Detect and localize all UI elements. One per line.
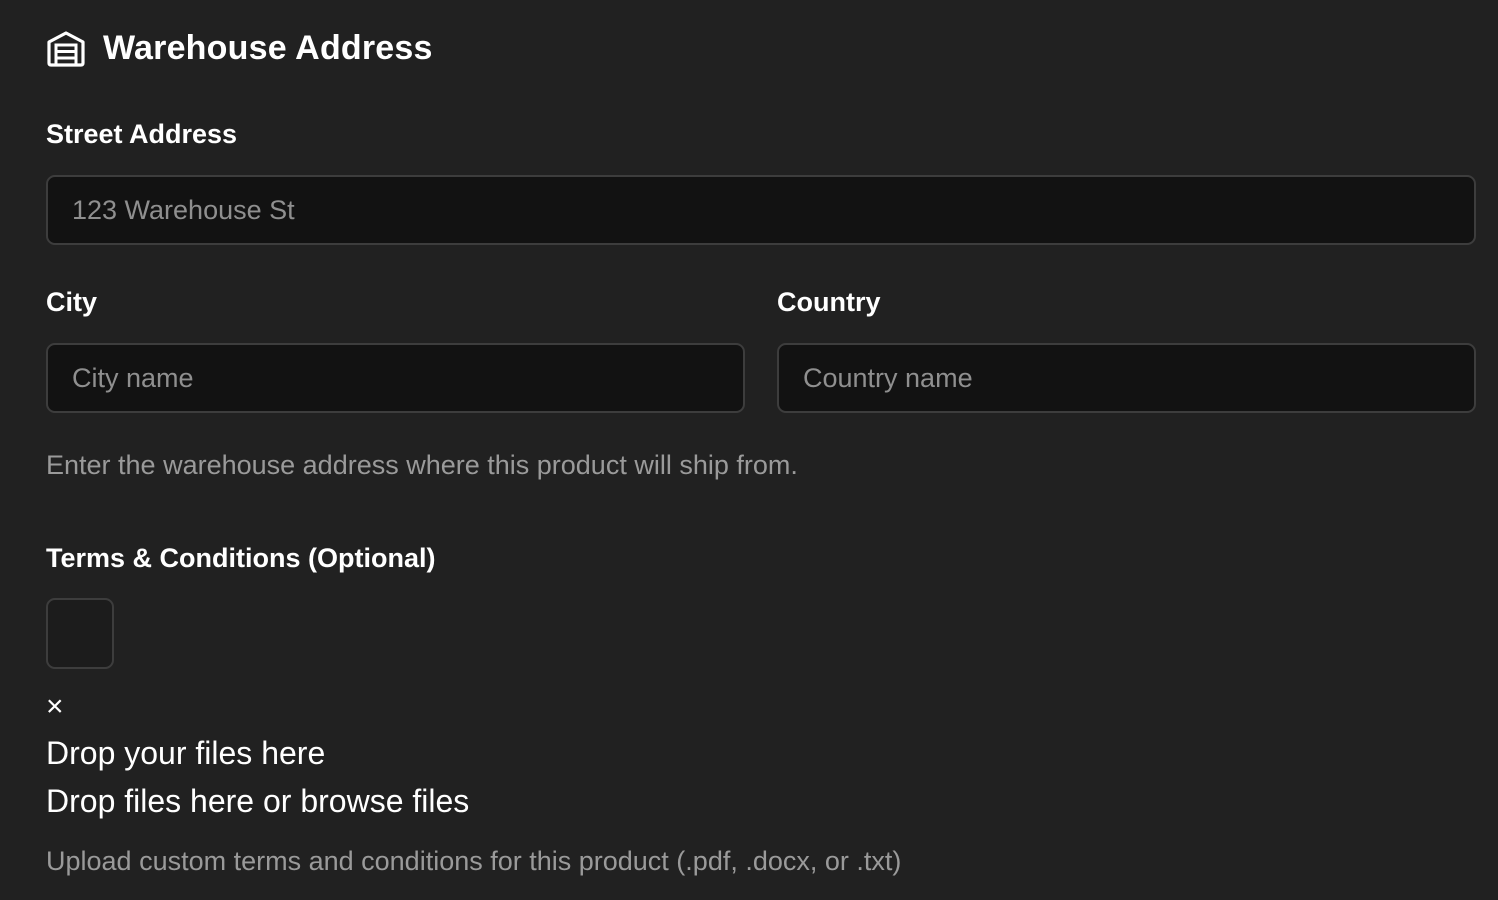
section-title: Warehouse Address <box>103 28 433 67</box>
section-header: Warehouse Address <box>46 28 433 68</box>
browse-files-link[interactable]: Drop files here or browse files <box>46 783 469 820</box>
country-label: Country <box>777 287 881 317</box>
street-address-input[interactable] <box>46 175 1476 245</box>
file-upload-dropzone[interactable] <box>46 598 114 669</box>
address-help-text: Enter the warehouse address where this p… <box>46 450 798 480</box>
terms-help-text: Upload custom terms and conditions for t… <box>46 846 902 876</box>
city-input[interactable] <box>46 343 745 413</box>
city-label: City <box>46 287 98 317</box>
warehouse-address-form: Warehouse Address Street Address City Co… <box>0 0 1498 900</box>
terms-label: Terms & Conditions (Optional) <box>46 543 436 573</box>
street-address-label: Street Address <box>46 119 238 149</box>
remove-file-icon[interactable]: × <box>46 688 64 726</box>
dropzone-title: Drop your files here <box>46 735 326 771</box>
country-input[interactable] <box>777 343 1476 413</box>
warehouse-icon <box>46 28 86 68</box>
